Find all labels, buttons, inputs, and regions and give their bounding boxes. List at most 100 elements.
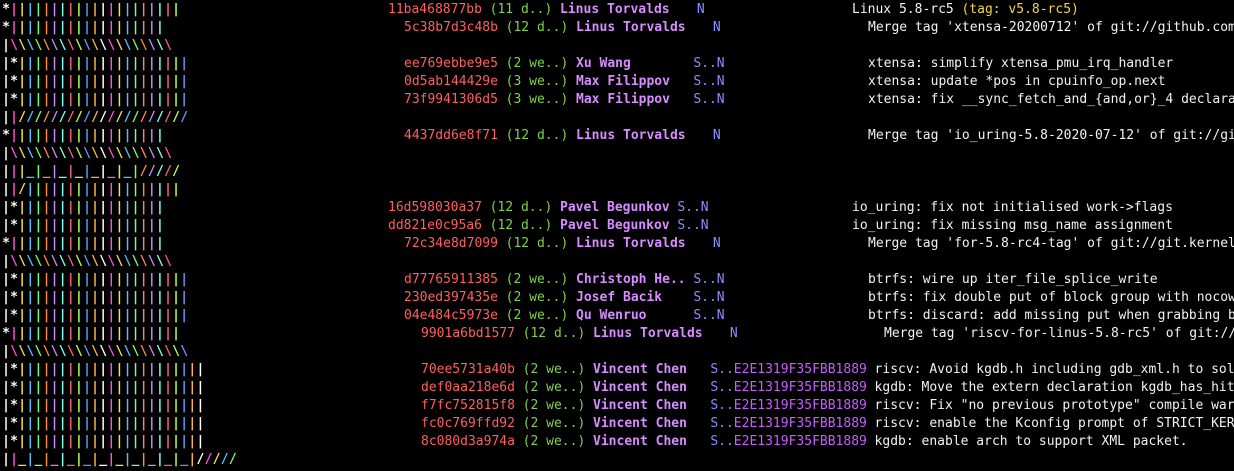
- commit-hash[interactable]: dd821e0c95a6: [388, 217, 482, 235]
- graph-edge: \: [66, 146, 75, 161]
- graph-edge: |: [2, 56, 10, 71]
- commit-row[interactable]: | * | | | | | | | | | | | | | | | | | | dd821e0c95a6 (12 d..)…: [0, 217, 1234, 235]
- signature-status: N: [712, 236, 721, 251]
- commit-hash[interactable]: ee769ebbe9e5: [404, 55, 498, 73]
- commit-row[interactable]: * | | | | | | | | | | | | | | | | | | | | | 11ba468877bb (11 d.…: [0, 1, 1234, 19]
- commit-hash[interactable]: 0d5ab144429e: [404, 73, 498, 91]
- graph-edge: |: [147, 398, 156, 413]
- graph-edge: |: [155, 398, 164, 413]
- graph-edge: |: [2, 74, 10, 89]
- graph-edge: |: [180, 362, 189, 377]
- graph-edge: |: [196, 434, 205, 449]
- graph-edge: |: [164, 272, 172, 287]
- commit-hash[interactable]: f7fc752815f8: [421, 397, 515, 415]
- commit-row[interactable]: * | | | | | | | | | | | | | | | | | | | 72c34e8d7099 (12 d..)…: [0, 235, 1234, 253]
- commit-hash[interactable]: 11ba468877bb: [388, 1, 482, 19]
- graph-edge: |: [139, 452, 148, 467]
- graph-edge: |: [172, 416, 180, 431]
- graph-edge: |: [107, 182, 116, 197]
- graph-edge: |: [50, 308, 59, 323]
- commit-row[interactable]: * | | | | | | | | | | | | | | | | | | | | | 9901a6bd1577 (12 d.…: [0, 325, 1234, 343]
- commit-hash[interactable]: d77765911385: [404, 271, 498, 289]
- graph-edge: |: [26, 56, 35, 71]
- graph-edge: |: [180, 416, 189, 431]
- graph-edge: |: [115, 218, 124, 233]
- graph-edge: |: [99, 2, 108, 17]
- graph-edge: \: [18, 38, 27, 53]
- commit-hash[interactable]: 72c34e8d7099: [404, 235, 498, 253]
- graph-edge: |: [50, 272, 59, 287]
- graph-edge: \: [18, 344, 27, 359]
- graph-edge: |: [180, 380, 189, 395]
- graph-edge: \: [58, 344, 67, 359]
- commit-hash[interactable]: fc0c769ffd92: [421, 415, 515, 433]
- graph-edge: |: [10, 236, 18, 251]
- commit-row[interactable]: | * | | | | | | | | | | | | | | | | | | | | | 0d5ab144429e (3 we…: [0, 73, 1234, 91]
- graph-edge: |: [147, 362, 156, 377]
- commit-row[interactable]: | * | | | | | | | | | | | | | | | | | | | | | ee769ebbe9e5 (2 we…: [0, 55, 1234, 73]
- signature-status: S..N: [693, 74, 725, 89]
- graph-row: | | _ | _ | _ | _ | _ | _ | _ | _ | _ | _ | _ | / / / / /: [0, 451, 1234, 469]
- commit-hash[interactable]: 8c080d3a974a: [421, 433, 515, 451]
- graph-edge: |: [99, 218, 108, 233]
- commit-row[interactable]: | * | | | | | | | | | | | | | | | | | | | | | 04e484c5973e (2 we…: [0, 307, 1234, 325]
- graph-edge: \: [74, 146, 83, 161]
- graph-edge: |: [58, 56, 67, 71]
- commit-row[interactable]: * | | | | | | | | | | | | | | | | | | | 5c38b7d3c48b (12 d..)…: [0, 19, 1234, 37]
- commit-author: Linus Torvalds: [560, 2, 670, 17]
- graph-edge: \: [83, 146, 91, 161]
- graph-edge: |: [26, 236, 35, 251]
- commit-hash[interactable]: 16d598030a37: [388, 199, 482, 217]
- commit-row[interactable]: * | | | | | | | | | | | | | | | | | | | 4437dd6e8f71 (12 d..)…: [0, 127, 1234, 145]
- commit-hash[interactable]: 04e484c5973e: [404, 307, 498, 325]
- graph-edge: |: [58, 398, 67, 413]
- graph-edge: |: [18, 308, 27, 323]
- graph-edge: _: [180, 452, 189, 467]
- graph-edge: /: [99, 110, 108, 125]
- commit-hash[interactable]: 230ed397435e: [404, 289, 498, 307]
- commit-row[interactable]: | * | | | | | | | | | | | | | | | | | | | | | | | 70ee5731a40b (2 …: [0, 361, 1234, 379]
- graph-edge: |: [74, 308, 83, 323]
- graph-edge: /: [74, 110, 83, 125]
- commit-hash[interactable]: 5c38b7d3c48b: [404, 19, 498, 37]
- graph-edge: |: [147, 92, 156, 107]
- graph-edge: |: [115, 308, 124, 323]
- commit-row[interactable]: | * | | | | | | | | | | | | | | | | | | | | | 73f9941306d5 (3 we…: [0, 91, 1234, 109]
- graph-edge: |: [18, 380, 27, 395]
- graph-edge: |: [99, 200, 108, 215]
- graph-edge: |: [91, 218, 99, 233]
- commit-row[interactable]: | * | | | | | | | | | | | | | | | | | | | | | | | fc0c769ffd92 (2 …: [0, 415, 1234, 433]
- commit-hash[interactable]: 4437dd6e8f71: [404, 127, 498, 145]
- graph-edge: _: [42, 164, 51, 179]
- commit-subject: Linux 5.8-rc5: [852, 2, 954, 17]
- commit-hash[interactable]: 9901a6bd1577: [421, 325, 515, 343]
- graph-edge: |: [2, 146, 10, 161]
- commit-row[interactable]: | * | | | | | | | | | | | | | | | | | | | | | | | 8c080d3a974a (2 …: [0, 433, 1234, 451]
- commit-date: (2 we..): [505, 56, 569, 71]
- signature-status: S..: [710, 416, 734, 431]
- graph-edge: |: [50, 92, 59, 107]
- graph-edge: \: [115, 254, 124, 269]
- graph-edge: |: [66, 362, 75, 377]
- commit-author: Vincent Chen: [593, 434, 687, 449]
- commit-row[interactable]: | * | | | | | | | | | | | | | | | | | | | | | | | def0aa218e6d (2 …: [0, 379, 1234, 397]
- graph-edge: |: [58, 20, 67, 35]
- graph-edge: |: [10, 110, 18, 125]
- commit-row[interactable]: | * | | | | | | | | | | | | | | | | | | | | | | | f7fc752815f8 (2 …: [0, 397, 1234, 415]
- graph-edge: |: [2, 200, 10, 215]
- graph-edge: |: [188, 380, 197, 395]
- terminal-window[interactable]: * | | | | | | | | | | | | | | | | | | | | | 11ba468877bb (11 d.…: [0, 0, 1234, 471]
- commit-hash[interactable]: 70ee5731a40b: [421, 361, 515, 379]
- commit-row[interactable]: | * | | | | | | | | | | | | | | | | | | | | | 230ed397435e (2 we…: [0, 289, 1234, 307]
- graph-edge: /: [123, 110, 132, 125]
- commit-hash[interactable]: def0aa218e6d: [421, 379, 515, 397]
- commit-row[interactable]: | * | | | | | | | | | | | | | | | | | | 16d598030a37 (12 d..)…: [0, 199, 1234, 217]
- commit-hash[interactable]: 73f9941306d5: [404, 91, 498, 109]
- commit-node: *: [10, 398, 18, 413]
- graph-edge: |: [123, 56, 132, 71]
- graph-edge: |: [2, 92, 10, 107]
- graph-edge: |: [18, 362, 27, 377]
- graph-edge: |: [155, 362, 164, 377]
- graph-edge: |: [42, 308, 51, 323]
- commit-row[interactable]: | * | | | | | | | | | | | | | | | | | | | | | d77765911385 (2 we…: [0, 271, 1234, 289]
